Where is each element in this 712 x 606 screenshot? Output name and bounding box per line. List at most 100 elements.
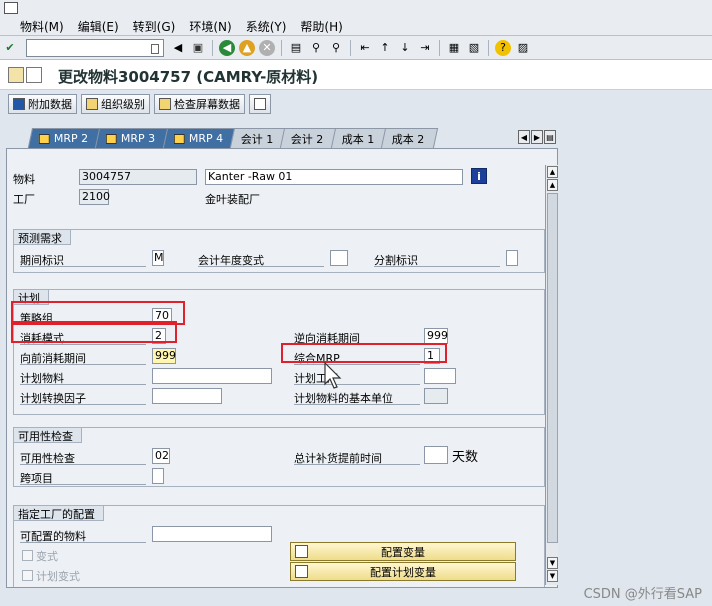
find-next-icon[interactable]: ⚲ <box>328 40 344 56</box>
tab-costing1[interactable]: 成本 1 <box>330 128 388 148</box>
splitting-indicator-field[interactable] <box>506 250 518 266</box>
base-unit-field[interactable] <box>424 388 448 404</box>
period-indicator-field[interactable]: M <box>152 250 164 266</box>
additional-data-button[interactable]: 附加数据 <box>8 94 77 114</box>
scroll-down-icon[interactable]: ▼ <box>547 557 558 569</box>
other-material-icon[interactable] <box>26 67 42 83</box>
underline <box>294 464 420 465</box>
check-screen-icon <box>159 98 171 110</box>
next-page-icon[interactable]: ↓ <box>397 40 413 56</box>
lock-button[interactable] <box>249 94 271 114</box>
config-variant-button[interactable]: 配置变量 <box>290 542 516 561</box>
tab-mrp3[interactable]: MRP 3 <box>95 128 169 148</box>
tab-navigation: ◀ ▶ ▤ <box>518 130 556 144</box>
variant-checkbox[interactable] <box>22 550 33 561</box>
save-icon[interactable]: ▣ <box>190 40 206 56</box>
highlight-consumption-mode <box>11 321 177 343</box>
system-menu-icon[interactable] <box>4 2 18 14</box>
back-nav-icon[interactable]: ◀ <box>170 40 186 56</box>
underline <box>20 404 146 405</box>
check-screen-data-button[interactable]: 检查屏幕数据 <box>154 94 245 114</box>
vertical-scrollbar[interactable]: ▲ ▲ ▼ ▼ <box>545 165 558 585</box>
tab-accounting2[interactable]: 会计 2 <box>280 128 337 148</box>
availability-check-field[interactable]: 02 <box>152 448 170 464</box>
forecast-group-title: 预测需求 <box>14 230 71 245</box>
cancel-icon[interactable]: ✕ <box>259 39 275 56</box>
backward-consumption-field[interactable]: 999 <box>424 328 448 344</box>
availability-group: 可用性检查 可用性检查 02 总计补货提前时间 天数 跨项目 <box>13 427 545 487</box>
info-icon[interactable]: i <box>471 168 487 184</box>
find-icon[interactable]: ⚲ <box>308 40 324 56</box>
underline <box>20 266 146 267</box>
tab-scroll-right-icon[interactable]: ▶ <box>531 130 543 144</box>
tab-status-icon <box>106 133 118 144</box>
tab-costing2[interactable]: 成本 2 <box>381 128 438 148</box>
underline <box>20 464 146 465</box>
scroll-up-icon[interactable]: ▲ <box>547 179 558 191</box>
scroll-thumb[interactable] <box>547 193 558 543</box>
scroll-up-icon[interactable]: ▲ <box>547 166 558 178</box>
fiscal-variant-field[interactable] <box>330 250 348 266</box>
menu-edit[interactable]: 编辑(E) <box>78 18 119 35</box>
material-field: 3004757 <box>79 169 197 185</box>
command-field[interactable] <box>26 38 164 57</box>
exit-icon[interactable]: ▲ <box>239 39 255 56</box>
tab-scroll-left-icon[interactable]: ◀ <box>518 130 530 144</box>
underline <box>374 266 500 267</box>
display-change-icon[interactable] <box>8 67 24 83</box>
scroll-down-icon[interactable]: ▼ <box>547 570 558 582</box>
planning-variant-label: 计划变式 <box>36 570 80 583</box>
tab-mrp2[interactable]: MRP 2 <box>27 128 102 148</box>
prev-page-icon[interactable]: ↑ <box>377 40 393 56</box>
new-session-icon[interactable]: ▦ <box>446 40 462 56</box>
lock-icon <box>254 98 266 110</box>
tab-status-icon <box>173 133 185 144</box>
menu-system[interactable]: 系统(Y) <box>246 18 287 35</box>
toolbar-separator <box>439 39 440 56</box>
underline <box>20 344 146 345</box>
conversion-factor-field[interactable] <box>152 388 222 404</box>
tab-mrp4[interactable]: MRP 4 <box>162 128 236 148</box>
menu-material[interactable]: 物料(M) <box>20 18 64 35</box>
underline <box>198 266 324 267</box>
highlight-mixed-mrp <box>281 343 447 363</box>
config-planning-variant-button[interactable]: 配置计划变量 <box>290 562 516 581</box>
toolbar-separator <box>212 39 213 56</box>
org-levels-button[interactable]: 组织级别 <box>81 94 150 114</box>
shortcut-icon[interactable]: ▧ <box>466 40 482 56</box>
enter-icon[interactable]: ✔ <box>2 40 18 56</box>
back-icon[interactable]: ◀ <box>219 39 235 56</box>
plant-config-group: 指定工厂的配置 可配置的物料 变式 计划变式 配置变量 配置计划变量 <box>13 505 545 587</box>
underline <box>294 404 420 405</box>
config-icon <box>295 545 308 558</box>
menu-environment[interactable]: 环境(N) <box>189 18 231 35</box>
material-description-field[interactable]: Kanter -Raw 01 <box>205 169 463 185</box>
total-lead-time-field[interactable] <box>424 446 448 464</box>
mouse-cursor-icon <box>324 362 342 389</box>
cross-project-field[interactable] <box>152 468 164 484</box>
title-bar: 更改物料3004757 (CAMRY-原材料) <box>0 60 712 90</box>
menu-bar: 物料(M) 编辑(E) 转到(G) 环境(N) 系统(Y) 帮助(H) <box>0 0 712 36</box>
standard-toolbar: ✔ ◀ ▣ ◀ ▲ ✕ ▤ ⚲ ⚲ ⇤ ↑ ↓ ⇥ ▦ ▧ ? ▨ <box>0 36 712 60</box>
help-icon[interactable]: ? <box>495 39 511 56</box>
tab-accounting1[interactable]: 会计 1 <box>229 128 287 148</box>
last-page-icon[interactable]: ⇥ <box>417 40 433 56</box>
forward-consumption-field[interactable]: 999 <box>152 348 176 364</box>
application-toolbar: 附加数据 组织级别 检查屏幕数据 <box>0 90 712 118</box>
material-label: 物料 <box>13 173 35 186</box>
menu-goto[interactable]: 转到(G) <box>133 18 176 35</box>
first-page-icon[interactable]: ⇤ <box>357 40 373 56</box>
layout-menu-icon[interactable]: ▨ <box>515 40 531 56</box>
print-icon[interactable]: ▤ <box>288 40 304 56</box>
configurable-material-field[interactable] <box>152 526 272 542</box>
page-title: 更改物料3004757 (CAMRY-原材料) <box>58 68 319 86</box>
plant-config-group-title: 指定工厂的配置 <box>14 506 104 521</box>
plant-field: 2100 <box>79 189 110 205</box>
underline <box>294 364 420 365</box>
tab-list-icon[interactable]: ▤ <box>544 130 556 144</box>
planning-material-field[interactable] <box>152 368 272 384</box>
planning-variant-checkbox[interactable] <box>22 570 33 581</box>
variant-label: 变式 <box>36 550 58 563</box>
planning-plant-field[interactable] <box>424 368 456 384</box>
menu-help[interactable]: 帮助(H) <box>300 18 342 35</box>
